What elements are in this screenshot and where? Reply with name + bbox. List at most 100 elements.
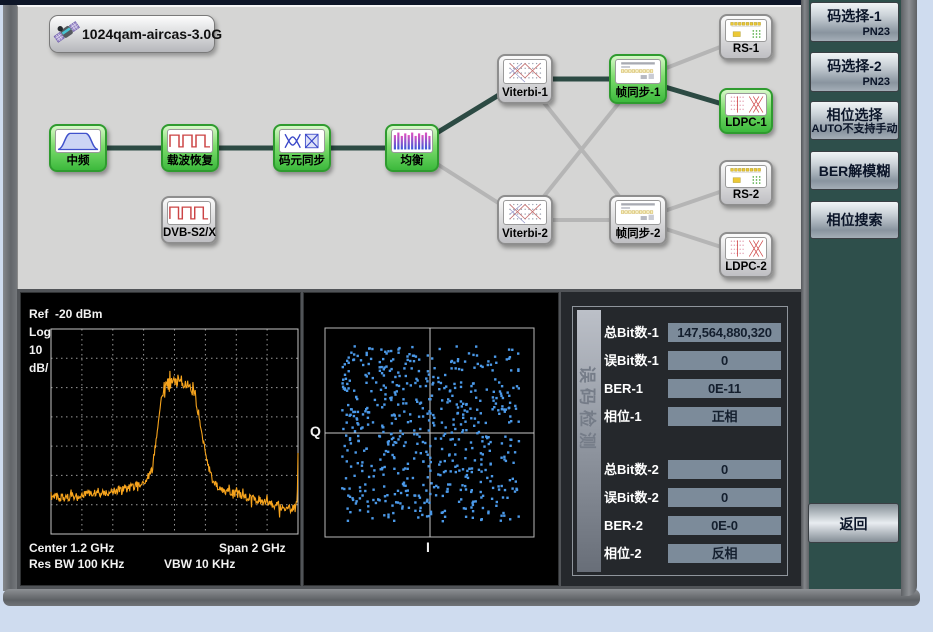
node-if[interactable]: 中频 <box>49 124 107 172</box>
rs-icon <box>725 19 767 42</box>
frame-icon <box>615 59 661 84</box>
phase-search-button[interactable]: 相位搜索 <box>810 201 899 239</box>
trellis-icon <box>503 59 547 84</box>
ber-box: 误码检测 总Bit数-1147,564,880,320误Bit数-10BER-1… <box>572 306 788 576</box>
ber-row: 相位-2 反相 <box>573 544 787 564</box>
sidebar-divider <box>801 0 809 589</box>
eye-icon <box>279 129 325 153</box>
node-label: RS-2 <box>721 188 771 203</box>
stat-label: 总Bit数-1 <box>604 323 659 343</box>
node-ldpc2[interactable]: LDPC-2 <box>719 232 773 278</box>
sidebar: 码选择-1PN23码选择-2PN23相位选择AUTO不支持手动BER解模糊相位搜… <box>801 0 901 589</box>
frame-icon <box>615 200 661 225</box>
stat-value: 0 <box>668 351 781 370</box>
config-title: 1024qam-aircas-3.0G <box>82 26 222 42</box>
stat-label: 总Bit数-2 <box>604 460 659 480</box>
node-fs2[interactable]: 帧同步-2 <box>609 195 667 245</box>
node-eq[interactable]: 均衡 <box>385 124 439 172</box>
node-ldpc1[interactable]: LDPC-1 <box>719 88 773 134</box>
node-carrier[interactable]: 载波恢复 <box>161 124 219 172</box>
ber-row: 相位-1 正相 <box>573 407 787 427</box>
node-label: 码元同步 <box>275 154 329 169</box>
spectrum-rbw-label: Res BW 100 KHz <box>29 557 124 571</box>
ber-deambiguity-button[interactable]: BER解模糊 <box>810 151 899 190</box>
squarewave-icon <box>167 201 211 225</box>
i-axis-label: I <box>426 539 430 555</box>
node-fs1[interactable]: 帧同步-1 <box>609 54 667 104</box>
ber-row: BER-1 0E-11 <box>573 379 787 399</box>
stat-value: 正相 <box>668 407 781 426</box>
button-value: PN23 <box>811 26 898 38</box>
window-frame-right <box>901 0 917 596</box>
stat-value: 147,564,880,320 <box>668 323 781 342</box>
spectrum-scale-10: 10 <box>29 343 42 357</box>
phase-select-button[interactable]: 相位选择AUTO不支持手动 <box>810 101 899 140</box>
node-label: LDPC-2 <box>721 260 771 275</box>
node-dvb[interactable]: DVB-S2/X <box>161 196 217 244</box>
monitor-row: Ref -20 dBm Log 10 dB/ Center 1.2 GHz Sp… <box>17 289 801 589</box>
constellation-panel: Q I <box>303 292 559 586</box>
ber-panel: 误码检测 总Bit数-1147,564,880,320误Bit数-10BER-1… <box>561 292 801 586</box>
spectrum-ref-label: Ref -20 dBm <box>29 307 102 321</box>
spectrum-vbw-label: VBW 10 KHz <box>164 557 235 571</box>
stat-value: 0 <box>668 488 781 507</box>
stat-label: BER-2 <box>604 516 643 536</box>
node-label: Viterbi-1 <box>499 86 551 101</box>
back-button[interactable]: 返回 <box>808 503 899 543</box>
ldpc-icon <box>725 93 767 116</box>
spectrum-scale-log: Log <box>29 325 51 339</box>
node-label: DVB-S2/X <box>163 226 215 241</box>
node-vit1[interactable]: Viterbi-1 <box>497 54 553 104</box>
spectrum-panel: Ref -20 dBm Log 10 dB/ Center 1.2 GHz Sp… <box>20 292 301 586</box>
node-rs2[interactable]: RS-2 <box>719 160 773 206</box>
squarewave-icon <box>167 129 213 153</box>
node-rs1[interactable]: RS-1 <box>719 14 773 60</box>
stat-label: 误Bit数-1 <box>604 351 659 371</box>
signal-chain-panel: 中频 载波恢复码元同步 均衡 DVB-S2/X Viterbi-1 Viterbi-2 帧同… <box>17 5 801 289</box>
stat-value: 反相 <box>668 544 781 563</box>
ldpc-icon <box>725 237 767 260</box>
rs-icon <box>725 165 767 188</box>
stat-label: 误Bit数-2 <box>604 488 659 508</box>
node-label: RS-1 <box>721 42 771 57</box>
ber-row: 误Bit数-1 0 <box>573 351 787 371</box>
node-label: 帧同步-2 <box>611 227 665 242</box>
ber-row: 误Bit数-2 0 <box>573 488 787 508</box>
spectrum-icon <box>55 129 101 153</box>
ber-row: BER-2 0E-0 <box>573 516 787 536</box>
window-frame-left <box>3 5 17 591</box>
stat-label: 相位-1 <box>604 407 642 427</box>
node-vit2[interactable]: Viterbi-2 <box>497 195 553 245</box>
spectrum-scale-db: dB/ <box>29 361 48 375</box>
demod-config-button[interactable]: 1024qam-aircas-3.0G <box>49 15 215 53</box>
stat-value: 0E-0 <box>668 516 781 535</box>
button-label: 相位搜索 <box>811 210 898 230</box>
code-select-2-button[interactable]: 码选择-2PN23 <box>810 52 899 92</box>
ber-row: 总Bit数-1 147,564,880,320 <box>573 323 787 343</box>
node-label: Viterbi-2 <box>499 227 551 242</box>
node-symsync[interactable]: 码元同步 <box>273 124 331 172</box>
node-label: 帧同步-1 <box>611 86 665 101</box>
button-label: 码选择-2 <box>811 56 898 76</box>
button-label: BER解模糊 <box>811 161 898 181</box>
trellis-icon <box>503 200 547 225</box>
demodulator-app-window: 中频 载波恢复码元同步 均衡 DVB-S2/X Viterbi-1 Viterbi-2 帧同… <box>0 0 933 632</box>
button-label: 码选择-1 <box>811 6 898 26</box>
equalizer-icon <box>391 129 433 153</box>
button-value: AUTO不支持手动 <box>811 120 898 136</box>
constellation-plot <box>304 293 558 585</box>
stat-label: BER-1 <box>604 379 643 399</box>
spectrum-span-label: Span 2 GHz <box>219 541 286 555</box>
code-select-1-button[interactable]: 码选择-1PN23 <box>810 2 899 42</box>
stat-value: 0E-11 <box>668 379 781 398</box>
button-value: PN23 <box>811 76 898 88</box>
window-frame-bottom <box>3 589 920 606</box>
q-axis-label: Q <box>310 423 321 439</box>
node-label: LDPC-1 <box>721 116 771 131</box>
node-label: 中频 <box>51 154 105 169</box>
stat-label: 相位-2 <box>604 544 642 564</box>
node-label: 均衡 <box>387 154 437 169</box>
spectrum-center-label: Center 1.2 GHz <box>29 541 114 555</box>
satellite-icon <box>53 18 80 50</box>
stat-value: 0 <box>668 460 781 479</box>
